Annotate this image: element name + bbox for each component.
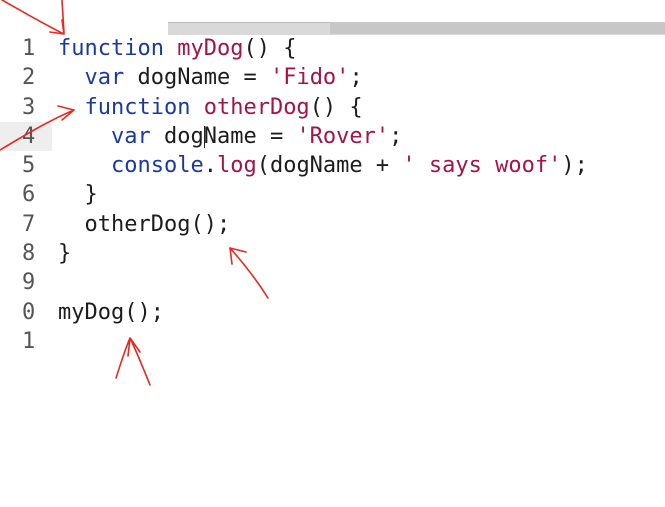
code-line[interactable]: otherDog();: [58, 210, 665, 239]
code-token-kw: function: [58, 36, 164, 61]
code-token: dogName =: [124, 65, 270, 91]
line-number: 6: [22, 182, 36, 208]
annotation-arrow-top-left: [1, 0, 65, 35]
code-token-kw: var: [84, 65, 125, 91]
code-line[interactable]: [58, 268, 665, 297]
code-token: dog: [150, 123, 204, 149]
code-token: );: [561, 153, 588, 179]
code-token: otherDog();: [84, 211, 231, 237]
line-number: 4: [22, 123, 36, 149]
code-token-fn: log: [216, 153, 257, 179]
code-token-kw: console: [110, 153, 204, 179]
code-token: }: [84, 182, 98, 208]
code-token-str: ' says woof': [402, 153, 562, 179]
code-token: () {: [309, 94, 363, 120]
code-token: myDog();: [58, 299, 164, 325]
code-token: () {: [243, 36, 297, 61]
code-token-str: 'Fido': [269, 65, 350, 91]
code-token: .: [203, 153, 217, 179]
code-token: Name =: [203, 123, 297, 149]
line-number: 7: [22, 211, 36, 237]
line-number: 3: [22, 94, 36, 120]
line-number: 1: [22, 36, 36, 61]
code-editor[interactable]: function myDog() { var dogName = 'Fido';…: [58, 34, 665, 356]
line-number: 2: [22, 65, 36, 91]
code-line[interactable]: myDog();: [58, 298, 665, 327]
code-line[interactable]: var dogName = 'Fido';: [58, 63, 665, 92]
line-number: 1: [22, 328, 36, 354]
line-number: 0: [22, 299, 36, 325]
code-line[interactable]: }: [58, 180, 665, 209]
inactive-tab[interactable]: [330, 22, 665, 34]
code-line[interactable]: [58, 327, 665, 356]
code-token-kw: function: [84, 94, 191, 120]
code-line[interactable]: function myDog() {: [58, 34, 665, 63]
code-line[interactable]: var dogName = 'Rover';: [58, 122, 665, 151]
code-token-kw: var: [110, 123, 151, 149]
line-number: 9: [22, 270, 36, 296]
code-line[interactable]: console.log(dogName + ' says woof');: [58, 151, 665, 180]
code-token-str: 'Rover': [296, 123, 390, 149]
code-token: }: [58, 241, 72, 267]
code-line[interactable]: function otherDog() {: [58, 93, 665, 122]
line-number-gutter: 1 2 3 4 5 6 7 8 9 0 1: [22, 34, 42, 356]
code-token-fn: myDog: [177, 36, 244, 61]
line-number: 5: [22, 153, 36, 179]
code-token-fn: otherDog: [203, 94, 310, 120]
code-token: ;: [389, 123, 403, 149]
code-token: ;: [349, 65, 363, 91]
code-line[interactable]: }: [58, 239, 665, 268]
line-number: 8: [22, 241, 36, 267]
code-token: (dogName +: [256, 153, 403, 179]
